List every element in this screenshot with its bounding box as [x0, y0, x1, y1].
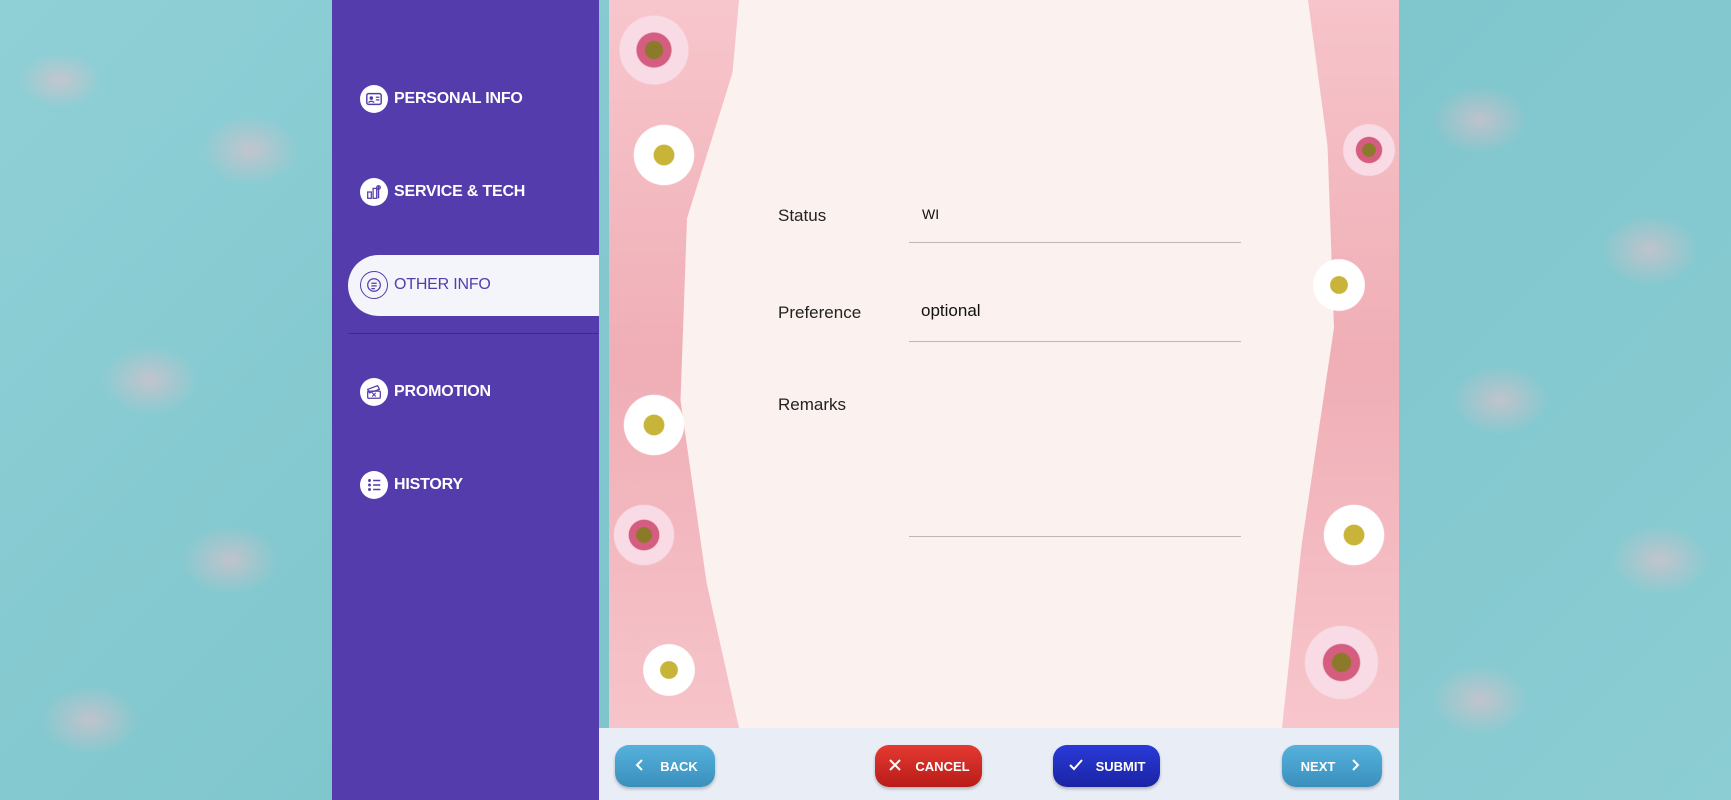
chevron-left-icon — [632, 757, 648, 776]
nav-item-label: PERSONAL INFO — [394, 90, 523, 107]
nav-item-promotion[interactable]: PROMOTION — [360, 372, 491, 412]
sidebar-nav: PERSONAL INFO SERVICE & TECH OTHER INFO … — [332, 0, 599, 800]
flower-decoration — [619, 390, 689, 460]
back-button-label: BACK — [660, 758, 698, 774]
flower-decoration — [609, 500, 679, 570]
nav-item-label: HISTORY — [394, 476, 463, 493]
flower-decoration — [1339, 120, 1399, 180]
next-button[interactable]: NEXT — [1282, 745, 1382, 787]
nav-item-service-tech[interactable]: SERVICE & TECH — [360, 172, 525, 212]
list-icon — [360, 471, 388, 499]
next-button-label: NEXT — [1300, 758, 1336, 774]
submit-button-label: SUBMIT — [1095, 758, 1146, 774]
chat-icon — [360, 271, 388, 299]
nav-item-label: PROMOTION — [394, 383, 491, 400]
status-field[interactable] — [909, 213, 1241, 243]
action-bar — [599, 728, 1399, 800]
flower-decoration — [1309, 255, 1369, 315]
flower-decoration — [614, 10, 694, 90]
flower-decoration — [639, 640, 699, 700]
tools-icon — [360, 178, 388, 206]
floral-border-right — [1282, 0, 1399, 728]
flower-decoration — [1299, 620, 1384, 705]
cancel-button-label: CANCEL — [915, 758, 970, 774]
nav-item-label: SERVICE & TECH — [394, 183, 526, 200]
status-label: Status — [778, 206, 827, 225]
close-icon — [887, 757, 903, 776]
remarks-label: Remarks — [778, 395, 847, 414]
flower-decoration — [629, 120, 699, 190]
nav-item-other-info[interactable]: OTHER INFO — [360, 265, 491, 305]
nav-item-label: OTHER INFO — [394, 276, 491, 293]
preference-field[interactable] — [909, 311, 1241, 342]
preference-label: Preference — [778, 303, 862, 322]
submit-button[interactable]: SUBMIT — [1053, 745, 1160, 787]
chevron-right-icon — [1347, 757, 1363, 776]
form-panel: Status WI Preference optional Remarks — [609, 0, 1399, 728]
nav-item-history[interactable]: HISTORY — [360, 465, 463, 505]
floral-border-left — [609, 0, 739, 728]
nav-item-personal-info[interactable]: PERSONAL INFO — [360, 79, 523, 119]
remarks-field[interactable] — [909, 380, 1241, 537]
divider — [348, 333, 599, 334]
cancel-button[interactable]: CANCEL — [875, 745, 982, 787]
ticket-icon — [360, 378, 388, 406]
flower-decoration — [1319, 500, 1389, 570]
back-button[interactable]: BACK — [615, 745, 715, 787]
check-icon — [1068, 757, 1084, 776]
id-card-icon — [360, 85, 388, 113]
